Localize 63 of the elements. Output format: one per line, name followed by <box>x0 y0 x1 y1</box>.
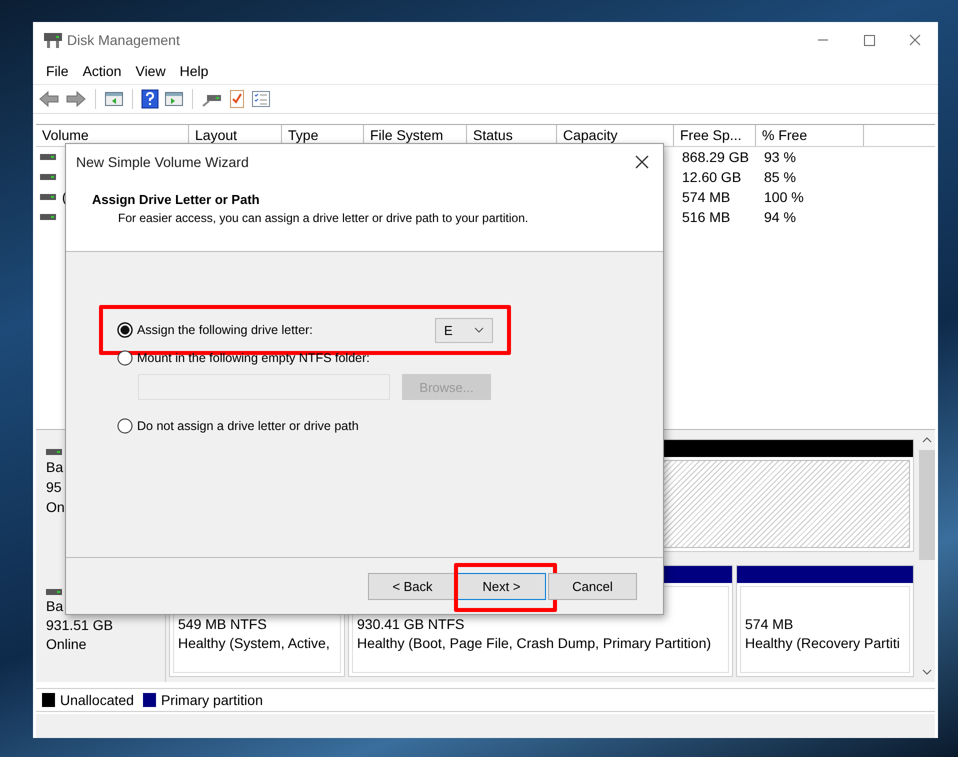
free-space-cell-text: 868.29 GB <box>681 149 750 165</box>
page-description: For easier access, you can assign a drive letter or drive path to your partition. <box>117 211 530 225</box>
legend-label: Primary partition <box>160 692 263 708</box>
disk-info-text: Online <box>46 636 88 652</box>
drive-icon <box>46 588 62 596</box>
percent-free-cell-text: 85 % <box>763 169 797 185</box>
drive-icon <box>40 213 56 221</box>
menu-item[interactable]: View <box>128 63 173 79</box>
panel-icon[interactable] <box>164 90 184 108</box>
chevron-down-icon <box>474 327 484 333</box>
selected-value: E <box>444 322 453 338</box>
disk-info-text: 931.51 GB <box>46 616 114 634</box>
partition-size: 930.41 GB NTFS <box>357 616 466 632</box>
partition-status: Healthy (Recovery Partiti <box>745 634 901 650</box>
wizard-button[interactable]: < Back <box>368 572 457 600</box>
partition-size: 574 MB <box>745 616 794 632</box>
percent-free-cell-text: 100 % <box>763 189 805 205</box>
partition-block[interactable]: 574 MB Healthy (Recovery Partiti <box>736 564 914 677</box>
close-icon[interactable] <box>635 155 649 169</box>
menu-item[interactable]: Help <box>172 63 216 79</box>
menu-item[interactable]: Action <box>76 63 128 79</box>
menu-item[interactable]: File <box>39 63 76 79</box>
free-space-cell-text: 574 MB <box>681 189 732 205</box>
drive-icon <box>46 448 62 456</box>
radio-button[interactable] <box>117 418 133 434</box>
radio-button[interactable] <box>117 350 133 366</box>
drive-icon <box>40 153 56 161</box>
drive-letter-dropdown[interactable]: E <box>435 318 493 342</box>
wizard-button[interactable]: Cancel <box>548 572 637 600</box>
legend-label: Unallocated <box>60 692 134 708</box>
disk-info-text: 95 <box>46 479 63 496</box>
disk-info-text: Ba <box>46 598 64 614</box>
partition-size: 549 MB NTFS <box>178 616 268 632</box>
column-header[interactable]: % Free <box>756 125 864 146</box>
scroll-down-icon[interactable] <box>922 668 932 676</box>
radio-button[interactable] <box>117 322 133 338</box>
percent-free-cell-text: 94 % <box>763 209 797 225</box>
checked-document-icon[interactable] <box>228 89 246 109</box>
percent-free-cell-text: 93 % <box>763 149 797 165</box>
partition-status: Healthy (System, Active, <box>178 634 331 650</box>
back-arrow-icon[interactable] <box>38 90 60 108</box>
disk-info-text: On <box>46 499 66 516</box>
scroll-up-icon[interactable] <box>922 436 932 444</box>
partition-status: Healthy (Boot, Page File, Crash Dump, Primary Partition) <box>357 634 712 650</box>
scroll-thumb[interactable] <box>918 450 934 560</box>
drive-icon <box>40 193 56 201</box>
panel-icon[interactable] <box>104 90 124 108</box>
free-space-cell-text: 516 MB <box>681 209 732 225</box>
page-heading: Assign Drive Letter or Path <box>92 192 261 207</box>
checklist-icon[interactable] <box>251 90 271 108</box>
free-space-cell-text: 12.60 GB <box>681 169 742 185</box>
option-label[interactable]: Assign the following drive letter: <box>137 323 313 337</box>
forward-arrow-icon[interactable] <box>65 90 87 108</box>
dialog-title: New Simple Volume Wizard <box>76 154 249 170</box>
option-label[interactable]: Do not assign a drive letter or drive path <box>137 419 359 433</box>
option-label[interactable]: Mount in the following empty NTFS folder: <box>137 351 370 365</box>
window-title: Disk Management <box>67 32 180 48</box>
help-icon[interactable] <box>141 89 159 109</box>
disk-icon <box>43 31 63 49</box>
disk-info-text: Ba <box>46 459 64 476</box>
drive-icon <box>40 173 56 181</box>
column-header[interactable]: Free Sp... <box>674 125 756 146</box>
wizard-button[interactable]: Next > <box>457 572 546 600</box>
